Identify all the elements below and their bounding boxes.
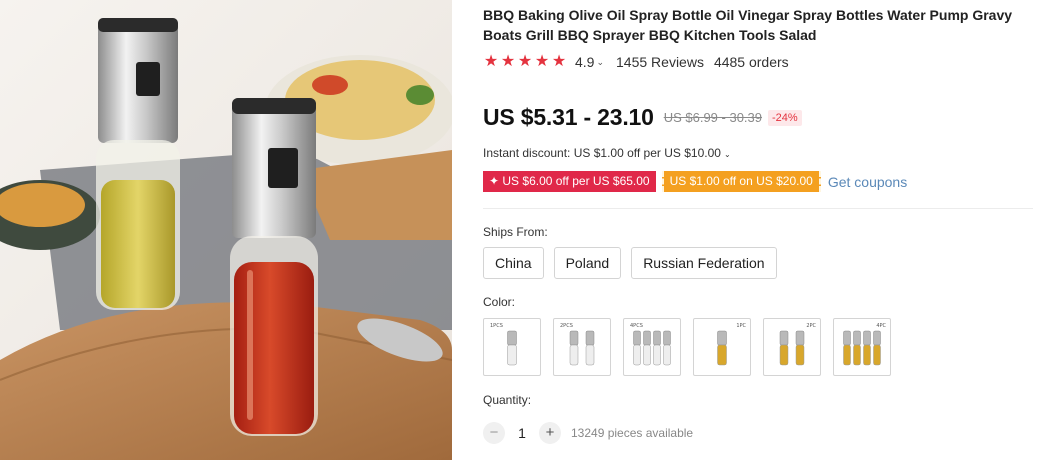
coupon-select[interactable]: US $1.00 off on US $20.00 (661, 171, 821, 192)
pieces-available: 13249 pieces available (571, 426, 694, 440)
ships-from-china[interactable]: China (483, 247, 544, 279)
ships-from-options: China Poland Russian Federation (483, 247, 777, 279)
star-icon: ★ (534, 53, 550, 70)
oil-bottle-thumbnail-icon: 1PCS (490, 323, 517, 366)
quantity-decrease-button[interactable]: − (483, 422, 505, 444)
swatch-caption: 4PCS (630, 323, 643, 329)
swatch-caption: 2PCS (560, 323, 573, 329)
ships-from-label: Ships From: (483, 225, 548, 239)
rating-row: ★ ★ ★ ★ ★ 4.9 ⌄ 1455 Reviews 4485 orders (483, 52, 789, 72)
original-price: US $6.99 - 30.39 (663, 110, 762, 125)
chevron-down-icon[interactable]: ⌄ (596, 57, 604, 68)
swatch-caption: 1PCS (490, 323, 503, 329)
product-image[interactable] (0, 0, 452, 460)
price-row: US $5.31 - 23.10 US $6.99 - 30.39 -24% (483, 104, 802, 131)
yellow-bottle (96, 18, 180, 310)
rating-stars[interactable]: ★ ★ ★ ★ ★ (483, 54, 567, 70)
color-option-2[interactable]: 2PCS (553, 318, 611, 376)
ships-from-russian-federation[interactable]: Russian Federation (631, 247, 777, 279)
color-option-1[interactable]: 1PCS (483, 318, 541, 376)
color-options: 1PCS 2PCS 4PCS 1PC 2PC 4PC (483, 318, 891, 376)
quantity-stepper: − 1 + 13249 pieces available (483, 422, 693, 444)
star-icon: ★ (483, 53, 499, 70)
star-icon: ★ (517, 53, 533, 70)
product-info-panel: BBQ Baking Olive Oil Spray Bottle Oil Vi… (483, 0, 1033, 460)
color-option-4[interactable]: 1PC (693, 318, 751, 376)
swatch-caption: 1PC (736, 323, 746, 329)
product-photo (0, 0, 452, 460)
color-option-3[interactable]: 4PCS (623, 318, 681, 376)
chevron-down-icon[interactable]: ⌄ (724, 150, 731, 159)
oil-bottle-thumbnail-icon: 4PC (843, 323, 887, 366)
color-option-6[interactable]: 4PC (833, 318, 891, 376)
product-title: BBQ Baking Olive Oil Spray Bottle Oil Vi… (483, 7, 1013, 43)
instant-discount[interactable]: Instant discount: US $1.00 off per US $1… (483, 146, 731, 160)
star-icon: ★ (500, 53, 516, 70)
oil-bottle-thumbnail-icon: 2PC (779, 323, 817, 366)
swatch-caption: 4PC (876, 323, 886, 329)
discount-badge: -24% (768, 109, 802, 126)
color-label: Color: (483, 295, 516, 309)
quantity-label: Quantity: (483, 393, 532, 407)
color-option-5[interactable]: 2PC (763, 318, 821, 376)
instant-discount-text: Instant discount: US $1.00 off per US $1… (483, 146, 721, 160)
coupon-store[interactable]: ✦ US $6.00 off per US $65.00 (483, 171, 656, 192)
oil-bottle-thumbnail-icon: 4PCS (630, 323, 671, 366)
quantity-input[interactable]: 1 (505, 425, 539, 441)
current-price: US $5.31 - 23.10 (483, 104, 654, 130)
oil-bottle-thumbnail-icon: 1PC (717, 323, 747, 366)
orders-count: 4485 orders (713, 54, 789, 70)
reviews-link[interactable]: 1455 Reviews (616, 54, 704, 70)
swatch-caption: 2PC (806, 323, 816, 329)
rating-value[interactable]: 4.9 (575, 54, 594, 70)
star-icon: ★ (551, 53, 567, 70)
quantity-increase-button[interactable]: + (539, 422, 561, 444)
oil-bottle-thumbnail-icon: 2PCS (560, 323, 595, 366)
divider (483, 208, 1033, 209)
get-coupons-link[interactable]: Get coupons (828, 174, 907, 190)
coupons-row: ✦ US $6.00 off per US $65.00 US $1.00 of… (483, 171, 907, 192)
red-bottle (230, 98, 318, 436)
ships-from-poland[interactable]: Poland (553, 247, 622, 279)
